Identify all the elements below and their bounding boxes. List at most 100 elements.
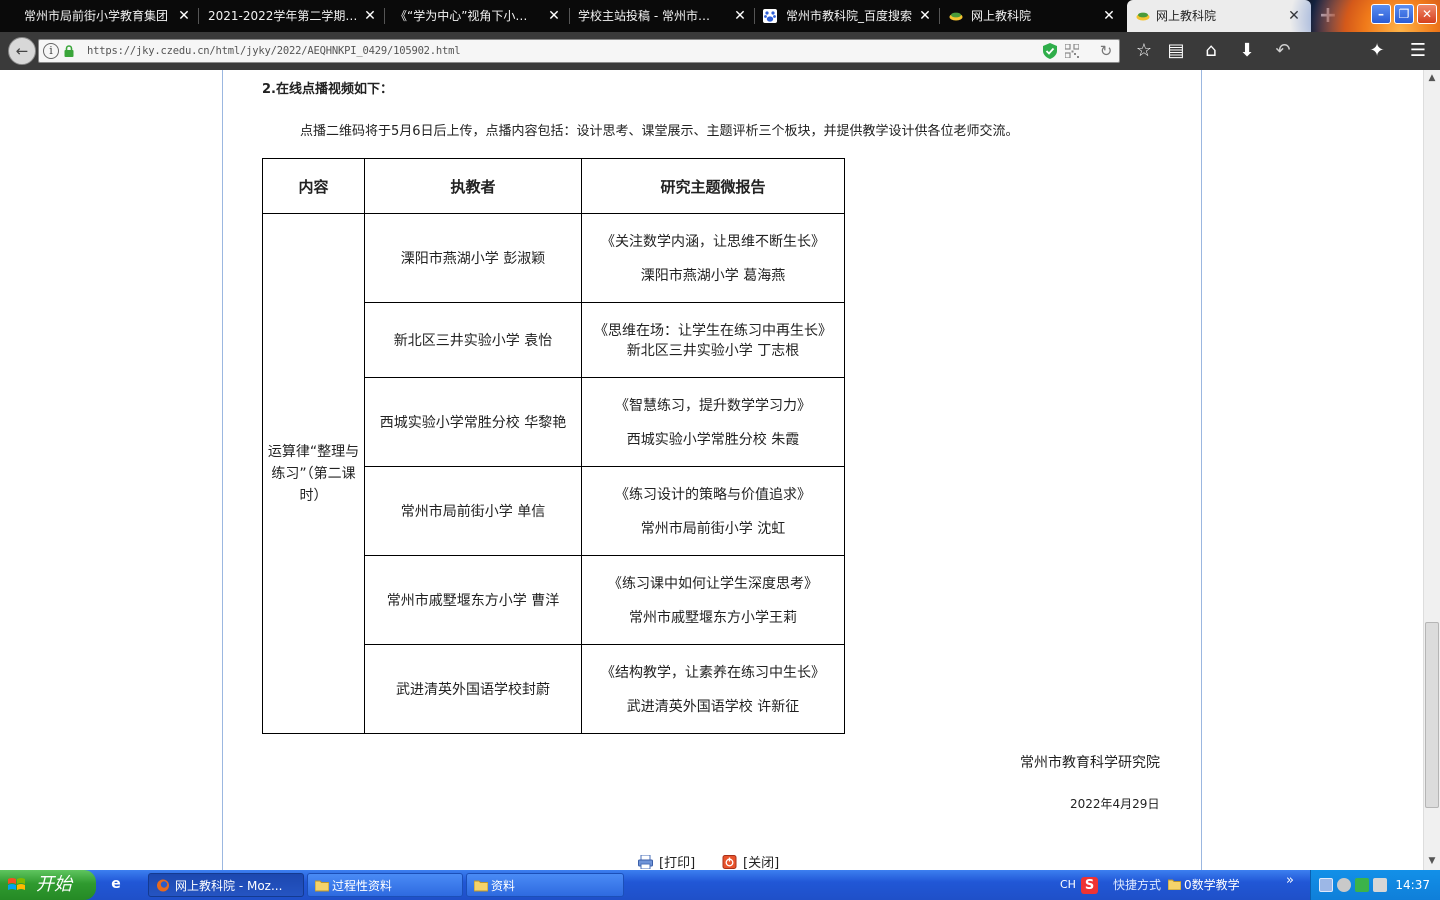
- page-info-icon[interactable]: i: [43, 43, 59, 59]
- scroll-down-arrow-icon[interactable]: ▼: [1424, 853, 1440, 869]
- menu-icon[interactable]: ☰: [1407, 40, 1429, 62]
- undo-icon[interactable]: ↶: [1272, 40, 1294, 62]
- scroll-up-arrow-icon[interactable]: ▲: [1424, 70, 1440, 86]
- tab-close-icon[interactable]: ✕: [177, 0, 191, 32]
- new-tab-button[interactable]: +: [1316, 3, 1340, 29]
- minimize-button[interactable]: –: [1371, 4, 1391, 24]
- reader-view-icon[interactable]: ▤: [1165, 40, 1187, 62]
- print-label[interactable]: [打印]: [659, 856, 695, 870]
- taskbar-folder-materials[interactable]: 资料: [466, 873, 624, 897]
- firefox-icon: [157, 879, 169, 892]
- start-label: 开始: [36, 874, 72, 895]
- tab-close-icon[interactable]: ✕: [547, 0, 561, 32]
- signature-organization: 常州市教育科学研究院: [1020, 755, 1160, 771]
- taskbar-button-label: 网上教科院 - Moz...: [175, 879, 283, 893]
- input-language-indicator[interactable]: CH: [1060, 870, 1076, 900]
- folder-shortcut-label: 0数学教学: [1184, 878, 1240, 892]
- windows-logo-icon: [8, 878, 25, 890]
- lesson-content-cell: 运算律“整理与练习”（第二课时）: [262, 213, 365, 734]
- header-content: 内容: [262, 158, 365, 214]
- tab-7-active[interactable]: 网上教科院 ✕: [1127, 0, 1311, 32]
- tab-3[interactable]: 《“学为中心”视角下小… ✕: [385, 0, 569, 32]
- report-title: 《思维在场：让学生在练习中再生长》: [594, 323, 832, 339]
- taskbar-button-label: 资料: [491, 879, 516, 893]
- print-link[interactable]: [打印]: [638, 852, 695, 870]
- toolbar-chevron-icon[interactable]: »: [1286, 870, 1294, 892]
- site-logo-icon: [949, 12, 963, 21]
- teacher-cell: 常州市戚墅堰东方小学 曹洋: [364, 555, 582, 645]
- start-button[interactable]: 开始: [0, 870, 96, 900]
- report-title: 《练习设计的策略与价值追求》: [615, 487, 811, 503]
- tab-label: 学校主站投稿 - 常州市…: [578, 9, 710, 23]
- window-close-button[interactable]: ✕: [1417, 4, 1437, 24]
- tab-5[interactable]: 常州市教科院_百度搜索 ✕: [755, 0, 939, 32]
- site-logo-icon: [1136, 12, 1150, 21]
- report-cell: 《结构教学，让素养在练习中生长》 武进清英外国语学校 许新征: [581, 644, 845, 734]
- taskbar-firefox-window[interactable]: 网上教科院 - Moz...: [148, 873, 304, 897]
- download-icon[interactable]: ⬇: [1236, 40, 1258, 62]
- tab-close-icon[interactable]: ✕: [363, 0, 377, 32]
- taskbar-folder-process[interactable]: 过程性资料: [307, 873, 463, 897]
- tab-close-icon[interactable]: ✕: [733, 0, 747, 32]
- home-icon[interactable]: ⌂: [1200, 40, 1222, 62]
- folder-shortcut[interactable]: 0数学教学: [1168, 870, 1240, 900]
- folder-icon: [1168, 879, 1181, 890]
- back-button[interactable]: ←: [8, 37, 36, 65]
- teacher-cell: 常州市局前街小学 单信: [364, 466, 582, 556]
- report-cell: 《练习课中如何让学生深度思考》 常州市戚墅堰东方小学王莉: [581, 555, 845, 645]
- security-center-icon[interactable]: [1337, 878, 1351, 892]
- teacher-cell: 新北区三井实验小学 袁怡: [364, 302, 582, 378]
- back-arrow-icon: ←: [15, 42, 29, 60]
- bookmark-star-icon[interactable]: ☆: [1133, 40, 1155, 62]
- shield-icon[interactable]: [1043, 43, 1057, 59]
- report-title: 《关注数学内涵，让思维不断生长》: [601, 234, 825, 250]
- table-header-row: 内容 执教者 研究主题微报告: [262, 158, 845, 214]
- folder-icon: [315, 880, 329, 892]
- report-cell: 《关注数学内涵，让思维不断生长》 溧阳市燕湖小学 葛海燕: [581, 213, 845, 303]
- vertical-scrollbar[interactable]: ▲ ▼: [1423, 70, 1440, 870]
- teacher-cell: 武进清英外国语学校封蔚: [364, 644, 582, 734]
- lesson-schedule-table: 内容 执教者 研究主题微报告 运算律“整理与练习”（第二课时） 溧阳市燕湖小学 …: [262, 158, 845, 734]
- internet-explorer-icon[interactable]: e: [108, 876, 124, 892]
- sogou-input-icon[interactable]: S: [1081, 877, 1098, 894]
- close-label[interactable]: [关闭]: [743, 856, 779, 870]
- tab-label: 网上教科院: [971, 9, 1032, 23]
- section-heading: 2.在线点播视频如下：: [262, 82, 393, 97]
- shield-icon[interactable]: [1355, 878, 1369, 892]
- tab-1[interactable]: 常州市局前街小学教育集团 ✕: [0, 0, 198, 32]
- scrollbar-thumb[interactable]: [1425, 622, 1439, 808]
- extension-icon[interactable]: ✦: [1366, 40, 1388, 62]
- report-author: 西城实验小学常胜分校 朱霞: [626, 432, 800, 448]
- url-text[interactable]: https://jky.czedu.cn/html/jyky/2022/AEQH…: [87, 40, 461, 62]
- qr-code-icon[interactable]: [1065, 44, 1079, 58]
- network-icon[interactable]: [1319, 878, 1333, 892]
- printer-icon: [638, 855, 653, 869]
- clock[interactable]: 14:37: [1395, 870, 1430, 900]
- maximize-button[interactable]: ❐: [1394, 4, 1414, 24]
- tab-close-icon[interactable]: ✕: [1102, 0, 1116, 32]
- tab-strip: 常州市局前街小学教育集团 ✕ 2021-2022学年第二学期… ✕ 《“学为中心…: [0, 0, 1440, 70]
- tab-label: 网上教科院: [1156, 9, 1217, 23]
- report-author: 常州市局前街小学 沈虹: [640, 521, 786, 537]
- tab-close-icon[interactable]: ✕: [918, 0, 932, 32]
- report-title: 《练习课中如何让学生深度思考》: [608, 576, 818, 592]
- url-bar[interactable]: i https://jky.czedu.cn/html/jyky/2022/AE…: [38, 39, 1120, 63]
- volume-icon[interactable]: [1373, 878, 1387, 892]
- report-title: 《智慧练习，提升数学学习力》: [615, 398, 811, 414]
- tab-close-icon[interactable]: ✕: [1287, 0, 1301, 32]
- tab-4[interactable]: 学校主站投稿 - 常州市… ✕: [570, 0, 754, 32]
- baidu-paw-icon: [763, 9, 777, 23]
- report-author: 武进清英外国语学校 许新征: [626, 699, 800, 715]
- shortcut-toolbar-label: 快捷方式: [1113, 878, 1162, 892]
- system-tray: 14:37: [1310, 870, 1440, 900]
- reload-icon[interactable]: ↻: [1097, 42, 1115, 60]
- taskbar-button-label: 过程性资料: [332, 879, 393, 893]
- report-cell: 《练习设计的策略与价值追求》 常州市局前街小学 沈虹: [581, 466, 845, 556]
- tab-6[interactable]: 网上教科院 ✕: [940, 0, 1124, 32]
- header-report: 研究主题微报告: [581, 158, 845, 214]
- close-page-link[interactable]: [关闭]: [722, 852, 779, 870]
- tab-2[interactable]: 2021-2022学年第二学期… ✕: [199, 0, 384, 32]
- folder-icon: [474, 880, 488, 892]
- tab-label: 常州市教科院_百度搜索: [786, 9, 913, 23]
- windows-taskbar: 开始 e 网上教科院 - Moz... 过程性资料 资料 CH S 快捷方式 0…: [0, 870, 1440, 900]
